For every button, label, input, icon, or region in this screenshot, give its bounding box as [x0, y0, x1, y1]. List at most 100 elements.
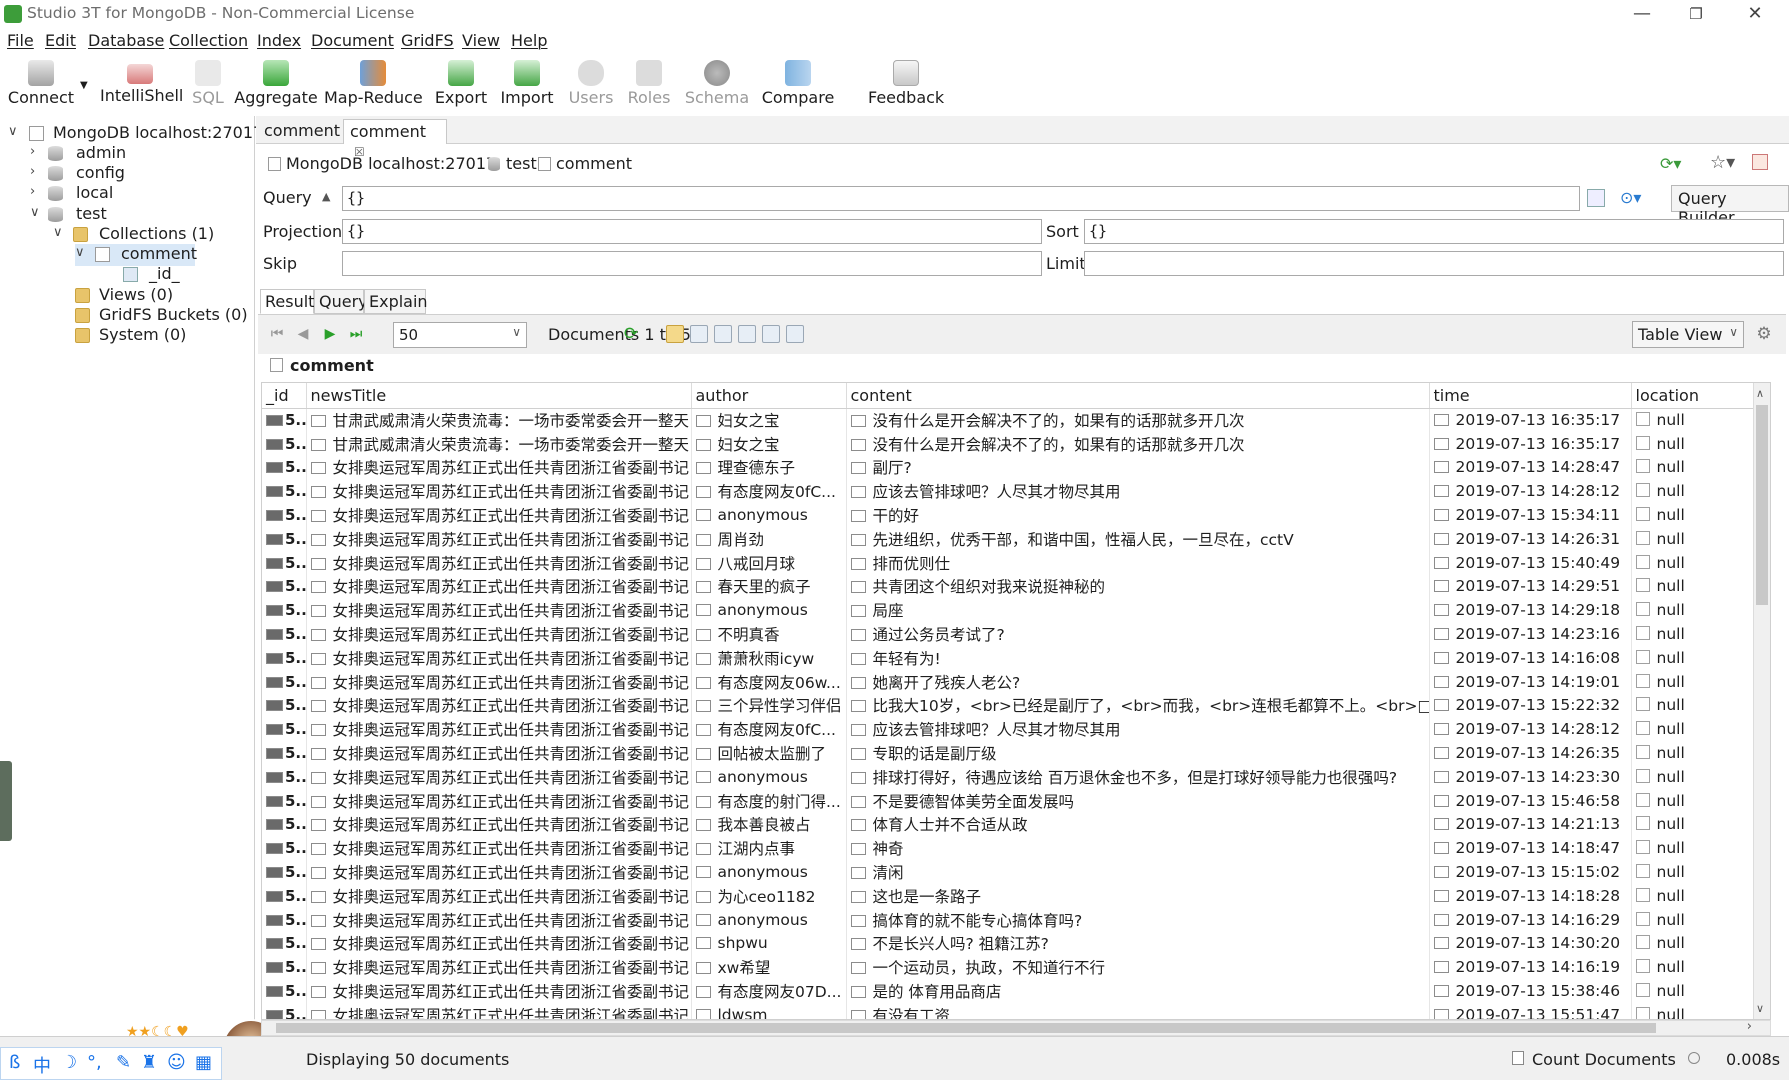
menu-index[interactable]: Index [257, 31, 301, 50]
table-cell-location[interactable]: null [1631, 860, 1761, 884]
menu-document[interactable]: Document [311, 31, 394, 50]
menu-file[interactable]: File [7, 31, 34, 50]
table-row[interactable]: 5.. 女排奥运冠军周苏红正式出任共青团浙江省委副书记 有态度的射门得... 不是要德… [262, 788, 1761, 813]
map-reduce-button[interactable]: Map-Reduce [324, 54, 423, 116]
table-cell-time[interactable]: 2019-07-13 14:29:18 [1429, 598, 1632, 623]
table-cell-id[interactable]: 5.. [262, 693, 307, 718]
chevron-down-icon[interactable]: ∨ [53, 225, 63, 240]
table-cell-newsTitle[interactable]: 女排奥运冠军周苏红正式出任共青团浙江省委副书记 [306, 669, 692, 694]
table-cell-location[interactable]: null [1631, 812, 1761, 837]
scroll-thumb[interactable] [1756, 405, 1768, 605]
column-header[interactable]: author [691, 383, 847, 409]
table-row[interactable]: 5.. 女排奥运冠军周苏红正式出任共青团浙江省委副书记 有态度网友07D... 是的 … [262, 979, 1761, 1003]
table-row[interactable]: 5.. 女排奥运冠军周苏红正式出任共青团浙江省委副书记 萧萧秋雨icyw 年轻有为! 2… [262, 645, 1761, 670]
menu-gridfs[interactable]: GridFS [401, 31, 454, 50]
first-page-icon[interactable]: ⏮ [268, 325, 286, 343]
table-cell-author[interactable]: 不明真香 [691, 622, 847, 646]
table-cell-location[interactable]: null [1631, 479, 1761, 504]
limit-input[interactable] [1084, 251, 1784, 276]
table-row[interactable]: 5.. 女排奥运冠军周苏红正式出任共青团浙江省委副书记 春天里的疯子 共青团这个组织对… [262, 574, 1761, 599]
table-cell-content[interactable]: 她离开了残疾人老公? [846, 669, 1430, 694]
menu-help[interactable]: Help [511, 31, 547, 50]
table-cell-id[interactable]: 5.. [262, 836, 307, 861]
table-cell-location[interactable]: null [1631, 574, 1761, 599]
tree-node-comment[interactable]: ∨ comment [75, 244, 197, 266]
last-page-icon[interactable]: ⏭ [347, 325, 365, 343]
table-cell-location[interactable]: null [1631, 788, 1761, 813]
table-cell-newsTitle[interactable]: 甘肃武威肃清火荣贵流毒：一场市委常委会开一整天 [306, 408, 692, 432]
table-cell-id[interactable]: 5.. [262, 455, 307, 480]
table-cell-id[interactable]: 5.. [262, 431, 307, 456]
table-cell-location[interactable]: null [1631, 931, 1761, 956]
table-cell-author[interactable]: 萧萧秋雨icyw [691, 645, 847, 670]
table-cell-newsTitle[interactable]: 女排奥运冠军周苏红正式出任共青团浙江省委副书记 [306, 693, 692, 718]
scroll-thumb[interactable] [276, 1023, 1656, 1033]
ime-wrench-icon[interactable]: ✎ [116, 1052, 131, 1073]
table-cell-time[interactable]: 2019-07-13 15:46:58 [1429, 788, 1632, 813]
table-cell-newsTitle[interactable]: 女排奥运冠军周苏红正式出任共青团浙江省委副书记 [306, 741, 692, 765]
table-row[interactable]: 5.. 女排奥运冠军周苏红正式出任共青团浙江省委副书记 xw希望 一个运动员，执政，不… [262, 955, 1761, 980]
chevron-right-icon[interactable]: › [30, 164, 35, 179]
table-cell-id[interactable]: 5.. [262, 860, 307, 884]
table-cell-id[interactable]: 5.. [262, 574, 307, 599]
table-row[interactable]: 5.. 女排奥运冠军周苏红正式出任共青团浙江省委副书记 有态度网友0fC... 应该去… [262, 717, 1761, 742]
clipboard-icon[interactable] [1752, 154, 1768, 170]
table-cell-newsTitle[interactable]: 女排奥运冠军周苏红正式出任共青团浙江省委副书记 [306, 550, 692, 575]
table-cell-time[interactable]: 2019-07-13 14:26:31 [1429, 526, 1632, 551]
table-row[interactable]: 5.. 女排奥运冠军周苏红正式出任共青团浙江省委副书记 anonymous 排球打得好… [262, 764, 1761, 789]
table-cell-id[interactable]: 5.. [262, 645, 307, 670]
feedback-button[interactable]: Feedback [868, 54, 944, 116]
table-cell-author[interactable]: shpwu [691, 931, 847, 956]
table-row[interactable]: 5.. 女排奥运冠军周苏红正式出任共青团浙江省委副书记 anonymous 局座 201… [262, 598, 1761, 623]
table-cell-time[interactable]: 2019-07-13 15:51:47 [1429, 1002, 1632, 1019]
compare-button[interactable]: Compare [760, 54, 836, 116]
table-cell-content[interactable]: 比我大10岁，<br>已经是副厅了，<br>而我，<br>连根毛都算不上。<br… [846, 693, 1430, 718]
table-cell-newsTitle[interactable]: 女排奥运冠军周苏红正式出任共青团浙江省委副书记 [306, 907, 692, 932]
import-button[interactable]: Import [497, 54, 557, 116]
table-cell-time[interactable]: 2019-07-13 14:28:12 [1429, 717, 1632, 742]
table-cell-author[interactable]: 理查德东子 [691, 455, 847, 480]
table-cell-time[interactable]: 2019-07-13 14:16:08 [1429, 645, 1632, 670]
table-cell-content[interactable]: 没有什么是开会解决不了的，如果有的话那就多开几次 [846, 408, 1430, 432]
table-row[interactable]: 5.. 女排奥运冠军周苏红正式出任共青团浙江省委副书记 我本善良被占 体育人士并不合适… [262, 812, 1761, 837]
table-cell-content[interactable]: 是的 体育用品商店 [846, 979, 1430, 1003]
table-row[interactable]: 5.. 女排奥运冠军周苏红正式出任共青团浙江省委副书记 shpwu 不是长兴人吗? 祖… [262, 931, 1761, 956]
tab-comment-1[interactable]: comment [258, 119, 346, 144]
column-header[interactable]: location [1631, 383, 1761, 409]
table-cell-location[interactable]: null [1631, 598, 1761, 623]
chevron-down-icon[interactable]: ∨ [30, 205, 40, 220]
table-cell-time[interactable]: 2019-07-13 14:26:35 [1429, 741, 1632, 765]
table-cell-id[interactable]: 5.. [262, 598, 307, 623]
close-button[interactable]: ✕ [1732, 0, 1778, 28]
column-header[interactable]: time [1429, 383, 1632, 409]
projection-input[interactable]: {} [342, 219, 1042, 244]
table-cell-id[interactable]: 5.. [262, 479, 307, 504]
table-cell-content[interactable]: 体育人士并不合适从政 [846, 812, 1430, 837]
table-cell-newsTitle[interactable]: 甘肃武威肃清火荣贵流毒：一场市委常委会开一整天 [306, 431, 692, 456]
table-cell-newsTitle[interactable]: 女排奥运冠军周苏红正式出任共青团浙江省委副书记 [306, 764, 692, 789]
table-cell-author[interactable]: anonymous [691, 907, 847, 932]
table-cell-time[interactable]: 2019-07-13 14:29:51 [1429, 574, 1632, 599]
table-cell-id[interactable]: 5.. [262, 907, 307, 932]
aggregate-button[interactable]: Aggregate [234, 54, 318, 116]
sort-input[interactable]: {} [1084, 219, 1784, 244]
chevron-right-icon[interactable]: › [30, 184, 35, 199]
chevron-right-icon[interactable]: › [30, 144, 35, 159]
edit-document-icon[interactable] [738, 325, 756, 343]
count-documents-button[interactable]: Count Documents [1532, 1050, 1676, 1069]
table-cell-id[interactable]: 5.. [262, 979, 307, 1003]
table-cell-content[interactable]: 共青团这个组织对我来说挺神秘的 [846, 574, 1430, 599]
table-cell-author[interactable]: anonymous [691, 764, 847, 789]
table-cell-location[interactable]: null [1631, 741, 1761, 765]
table-cell-time[interactable]: 2019-07-13 14:16:29 [1429, 907, 1632, 932]
skip-input[interactable] [342, 251, 1042, 276]
table-cell-author[interactable]: 春天里的疯子 [691, 574, 847, 599]
table-cell-location[interactable]: null [1631, 669, 1761, 694]
table-cell-time[interactable]: 2019-07-13 14:23:16 [1429, 622, 1632, 646]
collapse-icon[interactable]: ▲ [322, 190, 330, 203]
table-cell-author[interactable]: 江湖内点事 [691, 836, 847, 861]
scroll-right-icon[interactable]: › [1747, 1019, 1752, 1034]
table-cell-newsTitle[interactable]: 女排奥运冠军周苏红正式出任共青团浙江省委副书记 [306, 598, 692, 623]
table-cell-time[interactable]: 2019-07-13 15:15:02 [1429, 860, 1632, 884]
menu-edit[interactable]: Edit [45, 31, 76, 50]
